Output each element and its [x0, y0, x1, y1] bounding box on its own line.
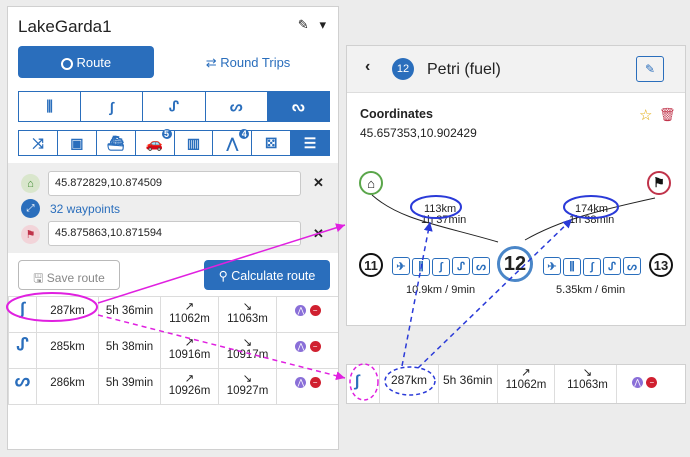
highlight-ellipse-icon	[349, 363, 379, 401]
annotation-overlay	[6, 194, 656, 401]
highlight-ellipse-left	[6, 292, 98, 322]
highlight-ellipse-113	[410, 195, 462, 219]
magenta-arrow-dashed	[97, 314, 346, 381]
highlight-ellipse-174	[563, 195, 619, 219]
highlight-ellipse-287	[384, 366, 436, 396]
magenta-arrow-solid	[97, 223, 346, 304]
route-line-out	[524, 197, 656, 241]
blue-arrow-113	[401, 221, 433, 367]
